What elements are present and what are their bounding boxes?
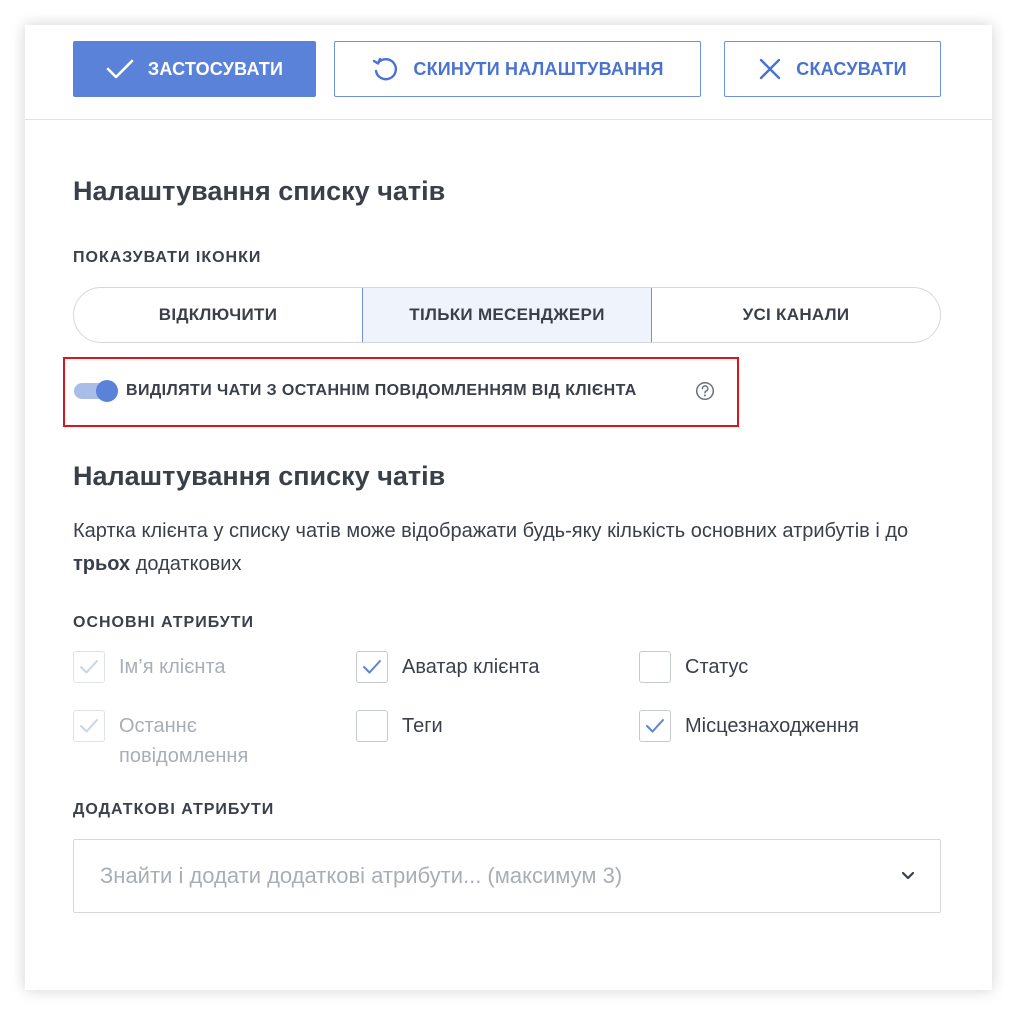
cancel-label: СКАСУВАТИ	[796, 58, 907, 79]
highlight-chats-toggle[interactable]	[74, 380, 118, 402]
desc-text-2: додаткових	[130, 553, 242, 575]
attr-status[interactable]: Статус	[639, 651, 748, 683]
attr-client-name[interactable]: Ім’я клієнта	[73, 651, 226, 683]
check-icon	[80, 660, 98, 674]
checkbox[interactable]	[73, 710, 105, 742]
help-icon[interactable]	[695, 381, 715, 401]
desc-bold: трьох	[73, 553, 131, 575]
apply-button[interactable]: ЗАСТОСУВАТИ	[73, 41, 316, 97]
attr-location[interactable]: Місцезнаходження	[639, 710, 859, 742]
attr-client-avatar[interactable]: Аватар клієнта	[356, 651, 540, 683]
attr-tags[interactable]: Теги	[356, 710, 443, 742]
check-icon	[106, 59, 134, 79]
reset-icon	[373, 57, 398, 81]
checkbox[interactable]	[73, 651, 105, 683]
client-card-description: Картка клієнта у списку чатів може відоб…	[73, 515, 933, 581]
check-icon	[80, 719, 98, 733]
apply-label: ЗАСТОСУВАТИ	[147, 58, 284, 79]
main-attributes-label: ОСНОВНІ АТРИБУТИ	[73, 614, 255, 631]
checkbox[interactable]	[639, 710, 671, 742]
checkbox-label: Місцезнаходження	[685, 715, 859, 737]
checkbox-label: Аватар клієнта	[402, 656, 540, 678]
section-title-chat-list: Налаштування списку чатів	[73, 176, 446, 206]
icons-segmented-control: ВІДКЛЮЧИТИ ТІЛЬКИ МЕСЕНДЖЕРИ УСІ КАНАЛИ	[73, 287, 941, 343]
section-title-client-card: Налаштування списку чатів	[73, 461, 446, 491]
checkbox[interactable]	[356, 651, 388, 683]
highlight-chats-label: ВИДІЛЯТИ ЧАТИ З ОСТАННІМ ПОВІДОМЛЕННЯМ В…	[126, 382, 637, 399]
reset-label: СКИНУТИ НАЛАШТУВАННЯ	[413, 58, 664, 79]
settings-panel: ЗАСТОСУВАТИ СКИНУТИ НАЛАШТУВАННЯ СКАСУВА…	[25, 25, 992, 990]
extra-attributes-select[interactable]: Знайти і додати додаткові атрибути... (м…	[73, 839, 941, 913]
check-icon	[646, 719, 664, 733]
checkbox[interactable]	[356, 710, 388, 742]
extra-attributes-placeholder: Знайти і додати додаткові атрибути... (м…	[100, 863, 623, 888]
checkbox-label: Теги	[402, 715, 443, 737]
checkbox-label: Останнє повідомлення	[119, 715, 249, 767]
toolbar: ЗАСТОСУВАТИ СКИНУТИ НАЛАШТУВАННЯ СКАСУВА…	[25, 25, 992, 120]
chevron-down-icon[interactable]	[900, 871, 916, 881]
show-icons-label: ПОКАЗУВАТИ ІКОНКИ	[73, 249, 262, 266]
cancel-button[interactable]: СКАСУВАТИ	[724, 41, 941, 97]
reset-settings-button[interactable]: СКИНУТИ НАЛАШТУВАННЯ	[334, 41, 701, 97]
desc-text-1: Картка клієнта у списку чатів може відоб…	[73, 520, 909, 542]
checkbox[interactable]	[639, 651, 671, 683]
segment-messengers-only[interactable]: ТІЛЬКИ МЕСЕНДЖЕРИ	[362, 288, 652, 342]
toggle-knob	[96, 380, 118, 402]
segment-disable[interactable]: ВІДКЛЮЧИТИ	[74, 288, 362, 342]
attr-last-message[interactable]: Останнє повідомлення	[73, 710, 279, 771]
check-icon	[363, 660, 381, 674]
close-icon	[760, 58, 781, 80]
checkbox-label: Ім’я клієнта	[119, 656, 226, 678]
checkbox-label: Статус	[685, 656, 749, 678]
segment-all-channels[interactable]: УСІ КАНАЛИ	[652, 288, 940, 342]
extra-attributes-label: ДОДАТКОВІ АТРИБУТИ	[73, 801, 275, 818]
